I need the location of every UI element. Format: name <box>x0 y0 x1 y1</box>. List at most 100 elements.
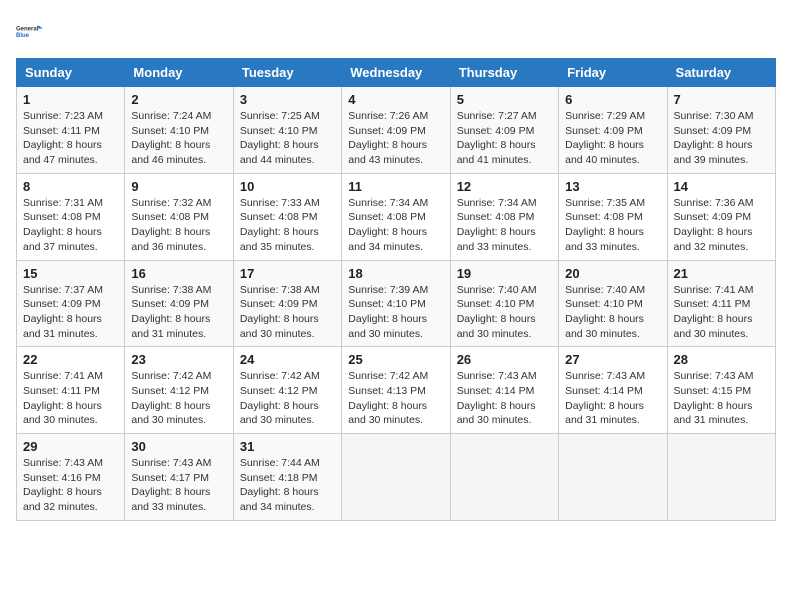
header-row: SundayMondayTuesdayWednesdayThursdayFrid… <box>17 59 776 87</box>
day-cell: 5 Sunrise: 7:27 AMSunset: 4:09 PMDaylight… <box>450 87 558 174</box>
day-number: 18 <box>348 266 443 281</box>
day-number: 24 <box>240 352 335 367</box>
day-info: Sunrise: 7:26 AMSunset: 4:09 PMDaylight:… <box>348 109 443 168</box>
day-info: Sunrise: 7:43 AMSunset: 4:15 PMDaylight:… <box>674 369 769 428</box>
day-cell: 29Sunrise: 7:43 AMSunset: 4:16 PMDayligh… <box>17 434 125 521</box>
day-number: 9 <box>131 179 226 194</box>
day-number: 30 <box>131 439 226 454</box>
day-cell: 17 Sunrise: 7:38 AMSunset: 4:09 PMDayligh… <box>233 260 341 347</box>
day-info: Sunrise: 7:41 AMSunset: 4:11 PMDaylight:… <box>674 283 769 342</box>
day-number: 8 <box>23 179 118 194</box>
day-cell: 1 Sunrise: 7:23 AMSunset: 4:11 PMDaylight… <box>17 87 125 174</box>
day-number: 14 <box>674 179 769 194</box>
day-cell: 3 Sunrise: 7:25 AMSunset: 4:10 PMDaylight… <box>233 87 341 174</box>
day-cell <box>559 434 667 521</box>
day-info: Sunrise: 7:33 AMSunset: 4:08 PMDaylight:… <box>240 196 335 255</box>
day-cell: 13Sunrise: 7:35 AMSunset: 4:08 PMDayligh… <box>559 173 667 260</box>
day-info: Sunrise: 7:42 AMSunset: 4:12 PMDaylight:… <box>240 369 335 428</box>
day-cell <box>667 434 775 521</box>
week-row-1: 1 Sunrise: 7:23 AMSunset: 4:11 PMDaylight… <box>17 87 776 174</box>
day-info: Sunrise: 7:24 AMSunset: 4:10 PMDaylight:… <box>131 109 226 168</box>
day-number: 3 <box>240 92 335 107</box>
day-cell: 16 Sunrise: 7:38 AMSunset: 4:09 PMDayligh… <box>125 260 233 347</box>
day-number: 11 <box>348 179 443 194</box>
day-info: Sunrise: 7:34 AMSunset: 4:08 PMDaylight:… <box>457 196 552 255</box>
header-sunday: Sunday <box>17 59 125 87</box>
day-number: 15 <box>23 266 118 281</box>
day-cell: 25Sunrise: 7:42 AMSunset: 4:13 PMDayligh… <box>342 347 450 434</box>
day-number: 2 <box>131 92 226 107</box>
day-number: 5 <box>457 92 552 107</box>
day-number: 12 <box>457 179 552 194</box>
day-number: 6 <box>565 92 660 107</box>
day-cell: 21 Sunrise: 7:41 AMSunset: 4:11 PMDayligh… <box>667 260 775 347</box>
day-number: 19 <box>457 266 552 281</box>
day-number: 31 <box>240 439 335 454</box>
day-info: Sunrise: 7:42 AMSunset: 4:12 PMDaylight:… <box>131 369 226 428</box>
day-number: 29 <box>23 439 118 454</box>
day-cell: 26Sunrise: 7:43 AMSunset: 4:14 PMDayligh… <box>450 347 558 434</box>
day-cell: 30 Sunrise: 7:43 AMSunset: 4:17 PMDayligh… <box>125 434 233 521</box>
day-cell: 9 Sunrise: 7:32 AMSunset: 4:08 PMDaylight… <box>125 173 233 260</box>
day-cell: 11Sunrise: 7:34 AMSunset: 4:08 PMDayligh… <box>342 173 450 260</box>
svg-text:General: General <box>16 26 39 32</box>
day-cell: 31 Sunrise: 7:44 AMSunset: 4:18 PMDayligh… <box>233 434 341 521</box>
day-info: Sunrise: 7:23 AMSunset: 4:11 PMDaylight:… <box>23 109 118 168</box>
day-cell: 6 Sunrise: 7:29 AMSunset: 4:09 PMDaylight… <box>559 87 667 174</box>
day-info: Sunrise: 7:25 AMSunset: 4:10 PMDaylight:… <box>240 109 335 168</box>
day-number: 10 <box>240 179 335 194</box>
day-number: 26 <box>457 352 552 367</box>
day-number: 16 <box>131 266 226 281</box>
day-number: 27 <box>565 352 660 367</box>
day-number: 1 <box>23 92 118 107</box>
day-cell <box>450 434 558 521</box>
day-cell: 28 Sunrise: 7:43 AMSunset: 4:15 PMDayligh… <box>667 347 775 434</box>
day-number: 13 <box>565 179 660 194</box>
day-cell: 19 Sunrise: 7:40 AMSunset: 4:10 PMDayligh… <box>450 260 558 347</box>
day-info: Sunrise: 7:29 AMSunset: 4:09 PMDaylight:… <box>565 109 660 168</box>
header-friday: Friday <box>559 59 667 87</box>
day-cell: 18 Sunrise: 7:39 AMSunset: 4:10 PMDayligh… <box>342 260 450 347</box>
logo: GeneralBlue <box>16 16 46 46</box>
day-number: 23 <box>131 352 226 367</box>
day-info: Sunrise: 7:43 AMSunset: 4:17 PMDaylight:… <box>131 456 226 515</box>
day-number: 28 <box>674 352 769 367</box>
day-info: Sunrise: 7:27 AMSunset: 4:09 PMDaylight:… <box>457 109 552 168</box>
day-info: Sunrise: 7:38 AMSunset: 4:09 PMDaylight:… <box>240 283 335 342</box>
day-info: Sunrise: 7:40 AMSunset: 4:10 PMDaylight:… <box>457 283 552 342</box>
week-row-3: 15 Sunrise: 7:37 AMSunset: 4:09 PMDayligh… <box>17 260 776 347</box>
day-cell: 8 Sunrise: 7:31 AMSunset: 4:08 PMDaylight… <box>17 173 125 260</box>
day-info: Sunrise: 7:40 AMSunset: 4:10 PMDaylight:… <box>565 283 660 342</box>
day-number: 7 <box>674 92 769 107</box>
calendar-table: SundayMondayTuesdayWednesdayThursdayFrid… <box>16 58 776 521</box>
header-monday: Monday <box>125 59 233 87</box>
day-info: Sunrise: 7:39 AMSunset: 4:10 PMDaylight:… <box>348 283 443 342</box>
day-info: Sunrise: 7:41 AMSunset: 4:11 PMDaylight:… <box>23 369 118 428</box>
day-cell: 15 Sunrise: 7:37 AMSunset: 4:09 PMDayligh… <box>17 260 125 347</box>
day-info: Sunrise: 7:44 AMSunset: 4:18 PMDaylight:… <box>240 456 335 515</box>
day-cell: 12 Sunrise: 7:34 AMSunset: 4:08 PMDayligh… <box>450 173 558 260</box>
day-info: Sunrise: 7:37 AMSunset: 4:09 PMDaylight:… <box>23 283 118 342</box>
day-info: Sunrise: 7:43 AMSunset: 4:14 PMDaylight:… <box>565 369 660 428</box>
day-info: Sunrise: 7:36 AMSunset: 4:09 PMDaylight:… <box>674 196 769 255</box>
day-number: 4 <box>348 92 443 107</box>
day-number: 20 <box>565 266 660 281</box>
day-cell: 22 Sunrise: 7:41 AMSunset: 4:11 PMDayligh… <box>17 347 125 434</box>
logo-icon: GeneralBlue <box>16 16 46 46</box>
header-saturday: Saturday <box>667 59 775 87</box>
day-cell: 23 Sunrise: 7:42 AMSunset: 4:12 PMDayligh… <box>125 347 233 434</box>
day-cell: 7Sunrise: 7:30 AMSunset: 4:09 PMDaylight… <box>667 87 775 174</box>
day-number: 17 <box>240 266 335 281</box>
day-number: 21 <box>674 266 769 281</box>
day-cell: 24 Sunrise: 7:42 AMSunset: 4:12 PMDayligh… <box>233 347 341 434</box>
day-cell: 20 Sunrise: 7:40 AMSunset: 4:10 PMDayligh… <box>559 260 667 347</box>
day-info: Sunrise: 7:31 AMSunset: 4:08 PMDaylight:… <box>23 196 118 255</box>
day-info: Sunrise: 7:32 AMSunset: 4:08 PMDaylight:… <box>131 196 226 255</box>
header-wednesday: Wednesday <box>342 59 450 87</box>
day-info: Sunrise: 7:38 AMSunset: 4:09 PMDaylight:… <box>131 283 226 342</box>
day-number: 22 <box>23 352 118 367</box>
day-cell: 10 Sunrise: 7:33 AMSunset: 4:08 PMDayligh… <box>233 173 341 260</box>
week-row-2: 8 Sunrise: 7:31 AMSunset: 4:08 PMDaylight… <box>17 173 776 260</box>
page-header: GeneralBlue <box>16 16 776 46</box>
day-cell: 14 Sunrise: 7:36 AMSunset: 4:09 PMDayligh… <box>667 173 775 260</box>
